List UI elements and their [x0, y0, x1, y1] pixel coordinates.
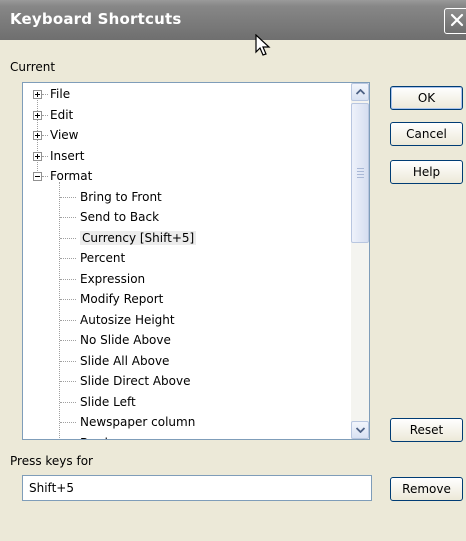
tree-item-label: Insert: [50, 148, 85, 163]
plus-box-icon[interactable]: [55, 440, 64, 441]
plus-box-icon[interactable]: [33, 131, 42, 140]
tree-item-label: No Slide Above: [80, 333, 171, 347]
reset-button[interactable]: Reset: [390, 418, 463, 442]
scroll-up-button[interactable]: [351, 83, 369, 101]
tree-item-label: Autosize Height: [80, 312, 175, 327]
current-label: Current: [10, 60, 56, 74]
press-keys-label: Press keys for: [10, 454, 93, 468]
tree-item-label: Bring to Front: [80, 189, 162, 204]
tree-item-label: Percent: [80, 251, 126, 265]
remove-button[interactable]: Remove: [390, 477, 463, 501]
tree-item-label: Slide Left: [80, 394, 136, 409]
ok-button[interactable]: OK: [390, 86, 463, 110]
plus-box-icon[interactable]: [33, 151, 42, 161]
tree-item-label: Border: [80, 436, 120, 440]
press-keys-input[interactable]: [22, 475, 372, 501]
title-bar[interactable]: Keyboard Shortcuts: [0, 0, 466, 40]
close-button[interactable]: [444, 8, 466, 34]
tree-item-selected-label: Currency [Shift+5]: [80, 230, 197, 245]
tree-item-label: Newspaper column: [80, 415, 196, 429]
shortcuts-tree[interactable]: File Edit View Insert Format Bring to Front Se…: [22, 82, 370, 440]
tree-item-label: Slide Direct Above: [80, 374, 191, 388]
scroll-down-button[interactable]: [351, 421, 369, 439]
tree-item-label: Format: [50, 169, 93, 183]
tree-item-label: File: [50, 87, 71, 101]
scroll-thumb[interactable]: [351, 103, 369, 243]
tree-item-label: Slide All Above: [80, 353, 170, 368]
window-title: Keyboard Shortcuts: [10, 10, 182, 28]
keyboard-shortcuts-dialog: Keyboard Shortcuts Current File Edit View I…: [0, 0, 466, 541]
tree-item-label: Edit: [50, 107, 74, 122]
tree-item-label: Modify Report: [80, 292, 164, 306]
plus-box-icon[interactable]: [33, 90, 42, 99]
tree-item-label: Expression: [80, 271, 146, 286]
mouse-pointer-icon: [255, 34, 271, 56]
tree-scrollbar[interactable]: [351, 83, 369, 439]
tree-item-label: View: [50, 128, 79, 142]
cancel-button[interactable]: Cancel: [390, 122, 463, 146]
plus-box-icon[interactable]: [33, 110, 42, 120]
minus-box-icon[interactable]: [33, 172, 42, 181]
chevron-up-icon: [356, 89, 365, 95]
tree-item-label: Send to Back: [80, 210, 160, 224]
help-button[interactable]: Help: [390, 160, 463, 184]
chevron-down-icon: [356, 427, 365, 433]
close-icon: [450, 13, 464, 27]
